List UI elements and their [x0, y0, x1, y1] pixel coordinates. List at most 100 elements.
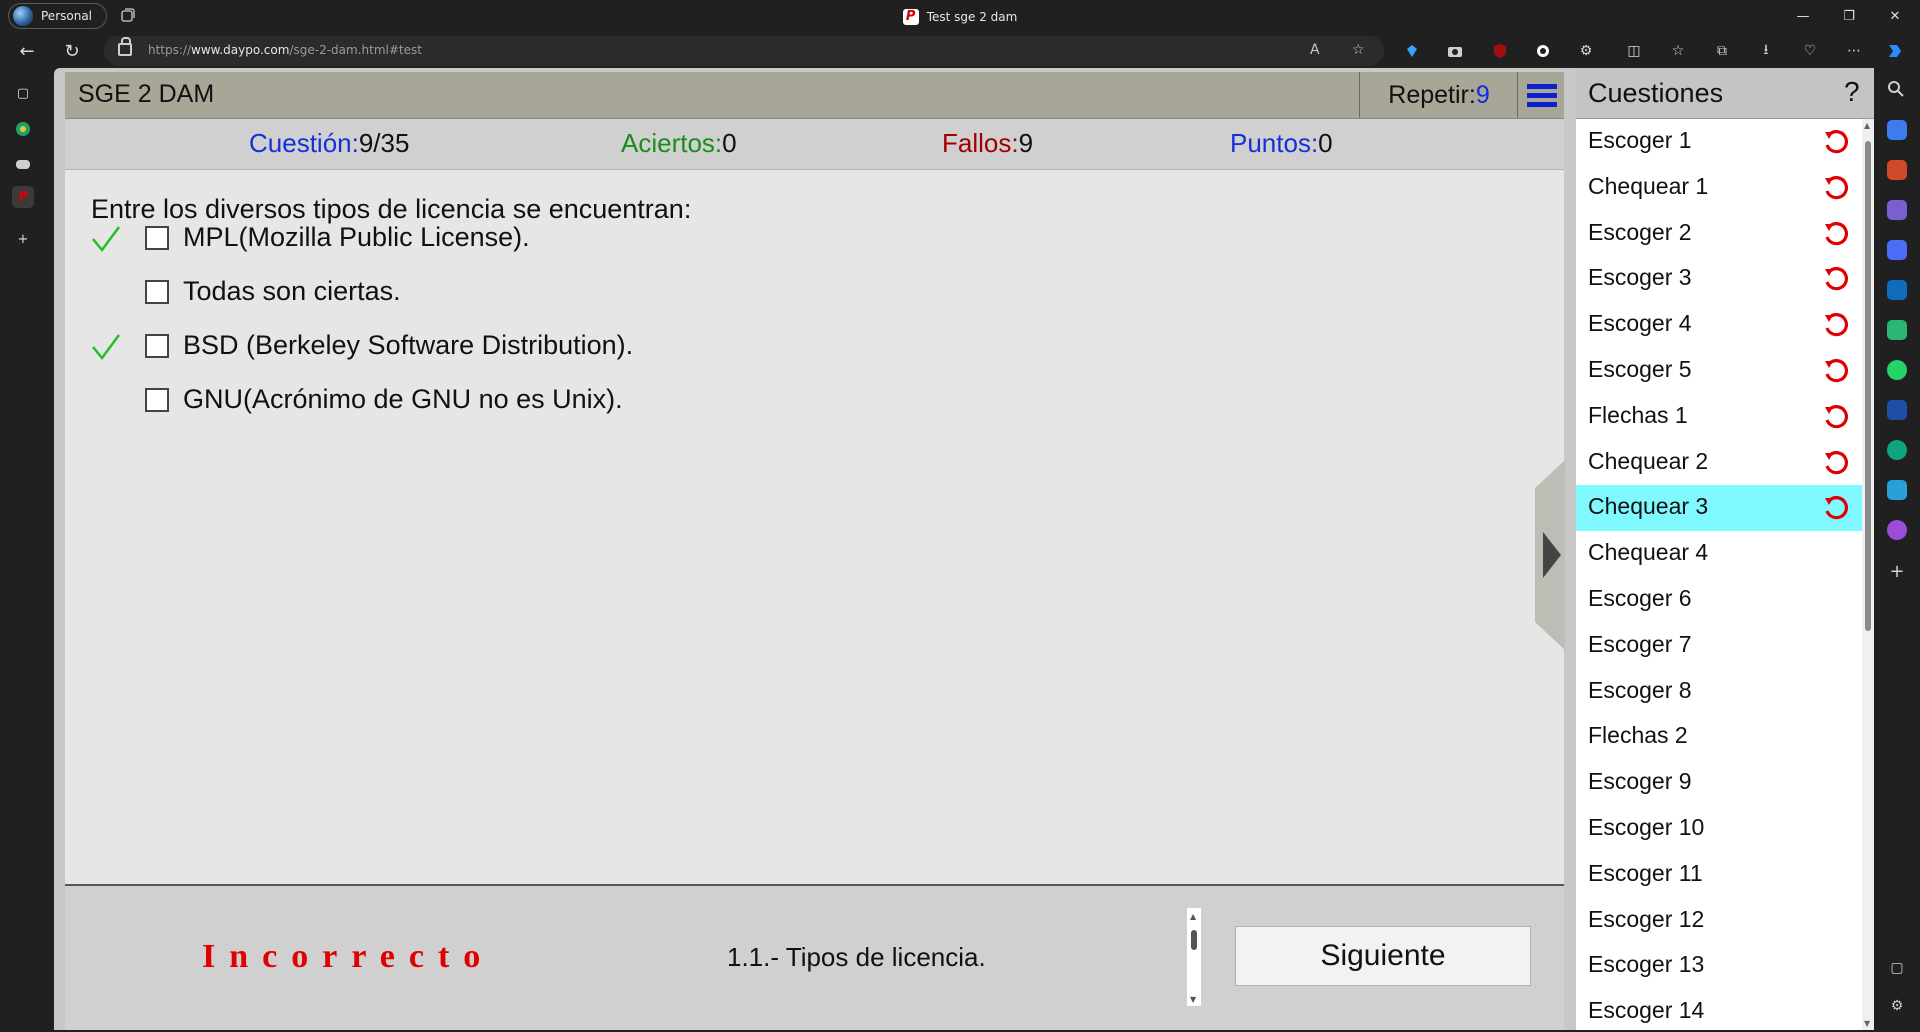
- question-list-item[interactable]: Escoger 7: [1576, 623, 1862, 669]
- split-screen-icon[interactable]: ◫: [1624, 41, 1644, 61]
- retry-icon: [1822, 128, 1850, 156]
- downloads-icon[interactable]: ⭳: [1756, 41, 1776, 61]
- add-sidebar-plus-icon[interactable]: +: [1887, 562, 1907, 582]
- list-scroll-thumb[interactable]: [1865, 141, 1871, 631]
- question-list-label: Escoger 2: [1588, 218, 1692, 245]
- url-text: https://www.daypo.com/sge-2-dam.html#tes…: [148, 43, 422, 57]
- back-icon[interactable]: ←: [15, 39, 39, 63]
- copilot-icon[interactable]: [1885, 41, 1905, 61]
- outlook-icon[interactable]: [1887, 280, 1907, 300]
- hamburger-menu-icon[interactable]: [1517, 72, 1565, 118]
- answer-checkbox[interactable]: [145, 334, 169, 358]
- question-list-item[interactable]: Flechas 2: [1576, 714, 1862, 760]
- refresh-icon[interactable]: ↻: [60, 39, 84, 63]
- list-scroll-up-icon[interactable]: ▲: [1864, 121, 1870, 130]
- extensions-puzzle-icon[interactable]: ⚙: [1576, 41, 1596, 61]
- question-list-item[interactable]: Escoger 2: [1576, 211, 1862, 257]
- question-list-item[interactable]: Escoger 11: [1576, 852, 1862, 898]
- retry-icon: [1822, 403, 1850, 431]
- question-list-item[interactable]: Flechas 1: [1576, 394, 1862, 440]
- topic-scrollbar[interactable]: ▲ ▼: [1187, 908, 1201, 1006]
- question-list-item[interactable]: Escoger 1: [1576, 119, 1862, 165]
- answer-option[interactable]: MPL(Mozilla Public License).: [65, 222, 965, 262]
- tab-sidebar-icon[interactable]: ▢: [12, 82, 34, 104]
- question-list-item[interactable]: Escoger 8: [1576, 669, 1862, 715]
- performance-icon[interactable]: ♡: [1800, 41, 1820, 61]
- help-icon[interactable]: ?: [1844, 76, 1860, 108]
- test-title: SGE 2 DAM: [78, 80, 215, 108]
- extension-sidebar-icon[interactable]: [1887, 400, 1907, 420]
- assistant-icon[interactable]: [1887, 520, 1907, 540]
- favorite-star-icon[interactable]: ☆: [1352, 42, 1365, 58]
- games-sidebar-icon[interactable]: [1887, 200, 1907, 220]
- telegram-icon[interactable]: [1887, 480, 1907, 500]
- answer-option[interactable]: Todas son ciertas.: [65, 276, 965, 316]
- answer-checkbox[interactable]: [145, 226, 169, 250]
- scroll-thumb[interactable]: [1191, 930, 1197, 950]
- question-list-item[interactable]: Chequear 4: [1576, 531, 1862, 577]
- pinned-tab-icon[interactable]: [12, 118, 34, 140]
- question-list-item[interactable]: Chequear 2: [1576, 440, 1862, 486]
- siguiente-button[interactable]: Siguiente: [1235, 926, 1531, 986]
- more-options-icon[interactable]: ⋯: [1844, 41, 1864, 61]
- answer-option[interactable]: GNU(Acrónimo de GNU no es Unix).: [65, 384, 965, 424]
- question-list-item[interactable]: Escoger 13: [1576, 943, 1862, 989]
- puntos-stat: Puntos:0: [1230, 128, 1333, 158]
- games-icon[interactable]: [12, 153, 34, 175]
- question-list-item[interactable]: Escoger 10: [1576, 806, 1862, 852]
- question-list-item[interactable]: Chequear 3: [1576, 485, 1862, 532]
- list-scroll-down-icon[interactable]: ▼: [1864, 1019, 1870, 1028]
- collections-icon[interactable]: ⧉: [1712, 41, 1732, 61]
- question-list-item[interactable]: Escoger 14: [1576, 989, 1862, 1030]
- chatgpt-icon[interactable]: [1887, 440, 1907, 460]
- retry-icon: [1822, 220, 1850, 248]
- whatsapp-icon[interactable]: [1887, 360, 1907, 380]
- questions-panel-header: Cuestiones ?: [1576, 68, 1874, 119]
- hide-sidebar-icon[interactable]: ▢: [1887, 958, 1907, 978]
- questions-scrollbar[interactable]: ▲ ▼: [1862, 119, 1874, 1030]
- answer-checkbox[interactable]: [145, 388, 169, 412]
- answer-option[interactable]: BSD (Berkeley Software Distribution).: [65, 330, 965, 370]
- question-list-item[interactable]: Escoger 4: [1576, 302, 1862, 348]
- drop-icon[interactable]: [1887, 320, 1907, 340]
- question-list-item[interactable]: Chequear 1: [1576, 165, 1862, 211]
- test-footer: Incorrecto 1.1.- Tipos de licencia. ▲ ▼ …: [65, 884, 1564, 1030]
- question-list-item[interactable]: Escoger 9: [1576, 760, 1862, 806]
- fallos-stat: Fallos:9: [942, 128, 1034, 158]
- panel-toggle-arrow-icon[interactable]: [1529, 460, 1575, 650]
- question-list-item[interactable]: Escoger 12: [1576, 898, 1862, 944]
- ublock-icon[interactable]: [1490, 41, 1510, 61]
- question-list-item[interactable]: Escoger 5: [1576, 348, 1862, 394]
- screenshot-icon[interactable]: [1445, 41, 1465, 61]
- read-aloud-icon[interactable]: A: [1310, 42, 1320, 58]
- restore-icon[interactable]: ❐: [1826, 0, 1872, 33]
- close-icon[interactable]: ✕: [1872, 0, 1918, 33]
- answer-checkbox[interactable]: [145, 280, 169, 304]
- scroll-up-arrow-icon[interactable]: ▲: [1190, 912, 1196, 921]
- question-list-label: Escoger 4: [1588, 310, 1692, 337]
- new-tab-plus-icon[interactable]: +: [12, 228, 34, 250]
- question-list-item[interactable]: Escoger 3: [1576, 256, 1862, 302]
- question-list-label: Escoger 12: [1588, 905, 1705, 932]
- extension-gem-icon[interactable]: [1402, 41, 1422, 61]
- search-icon[interactable]: [1887, 80, 1907, 100]
- address-bar[interactable]: https://www.daypo.com/sge-2-dam.html#tes…: [104, 36, 1384, 66]
- scroll-down-arrow-icon[interactable]: ▼: [1190, 995, 1196, 1004]
- shopping-icon[interactable]: [1887, 120, 1907, 140]
- answer-text: GNU(Acrónimo de GNU no es Unix).: [183, 384, 623, 414]
- active-tab[interactable]: P Test sge 2 dam: [0, 0, 1920, 33]
- extension-icon[interactable]: [1533, 41, 1553, 61]
- daypo-tab-icon[interactable]: P: [12, 186, 34, 208]
- question-list-item[interactable]: Escoger 6: [1576, 577, 1862, 623]
- browser-titlebar: Personal P Test sge 2 dam — ❐ ✕: [0, 0, 1920, 33]
- tools-icon[interactable]: [1887, 160, 1907, 180]
- correct-check-icon: [91, 224, 121, 253]
- question-list-label: Escoger 7: [1588, 630, 1692, 657]
- test-main-area: SGE 2 DAM Repetir: 9 Cuestión:9/35 Acier…: [65, 72, 1564, 1030]
- minimize-icon[interactable]: —: [1780, 0, 1826, 33]
- question-list-label: Chequear 4: [1588, 539, 1709, 566]
- repetir-counter[interactable]: Repetir: 9: [1359, 72, 1518, 118]
- copilot-sidebar-icon[interactable]: [1887, 240, 1907, 260]
- favorites-icon[interactable]: ☆: [1668, 41, 1688, 61]
- settings-gear-icon[interactable]: ⚙: [1887, 996, 1907, 1016]
